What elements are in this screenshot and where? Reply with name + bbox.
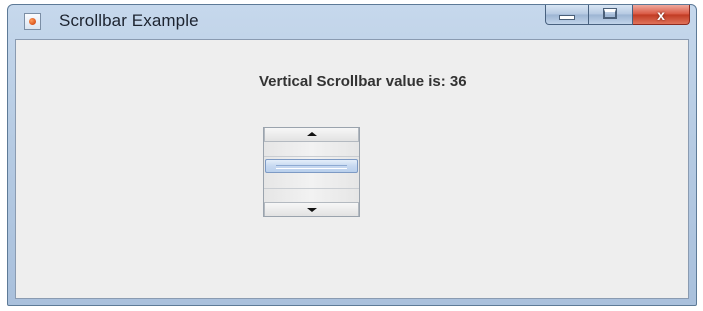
scrollbar-thumb[interactable]	[265, 159, 358, 173]
scroll-up-button[interactable]	[264, 128, 359, 142]
caption-buttons: x	[545, 5, 690, 25]
maximize-icon	[603, 8, 617, 19]
title-bar[interactable]: Scrollbar Example x	[8, 5, 696, 39]
close-button[interactable]: x	[633, 5, 690, 25]
scrollbar-track[interactable]	[264, 142, 359, 202]
scrollbar-value-label: Vertical Scrollbar value is: 36	[259, 73, 467, 90]
minimize-button[interactable]	[545, 5, 589, 25]
java-app-icon[interactable]	[24, 13, 41, 30]
content-pane: Vertical Scrollbar value is: 36	[15, 39, 689, 299]
arrow-down-icon	[307, 208, 317, 212]
app-window: Scrollbar Example x Vertical Scrollbar v…	[7, 4, 697, 306]
close-icon: x	[657, 7, 665, 23]
vertical-scrollbar[interactable]	[263, 127, 360, 217]
grip-icon	[276, 165, 347, 169]
scroll-down-button[interactable]	[264, 202, 359, 216]
arrow-up-icon	[307, 132, 317, 136]
maximize-button[interactable]	[589, 5, 633, 25]
window-title: Scrollbar Example	[59, 11, 199, 30]
minimize-icon	[560, 16, 574, 19]
